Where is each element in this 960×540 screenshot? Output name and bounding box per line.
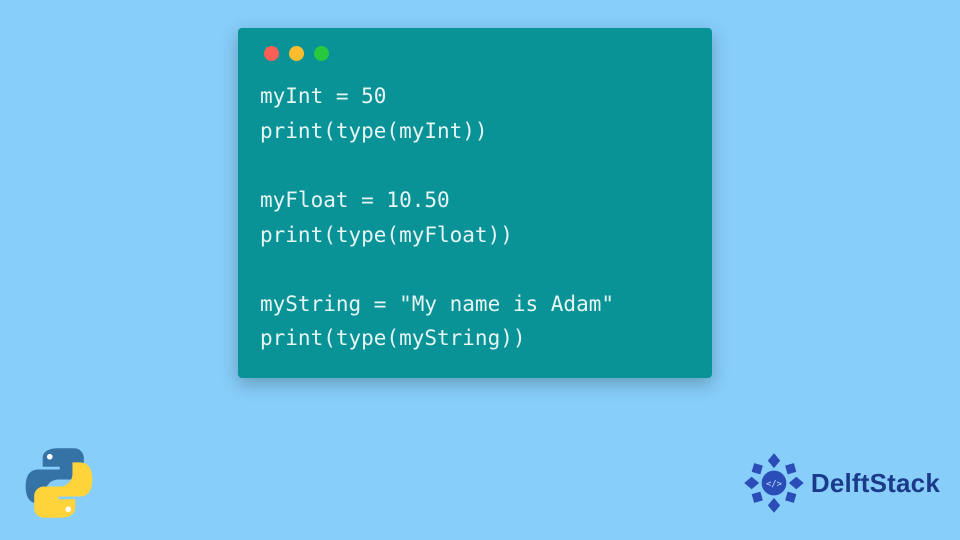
svg-text:</>: </> [766,480,782,490]
code-block: myInt = 50 print(type(myInt)) myFloat = … [260,79,690,356]
window-controls [264,46,690,61]
minimize-icon [289,46,304,61]
python-logo-icon [20,444,98,522]
brand-name: DelftStack [811,468,940,499]
code-line: myFloat = 10.50 [260,188,450,212]
code-line: print(type(myFloat)) [260,223,513,247]
code-line: myInt = 50 [260,84,386,108]
delftstack-badge-icon: </> [743,452,805,514]
close-icon [264,46,279,61]
code-line: myString = "My name is Adam" [260,292,614,316]
delftstack-logo: </> DelftStack [743,452,940,514]
code-line: print(type(myInt)) [260,119,488,143]
maximize-icon [314,46,329,61]
code-window: myInt = 50 print(type(myInt)) myFloat = … [238,28,712,378]
code-line: print(type(myString)) [260,326,526,350]
